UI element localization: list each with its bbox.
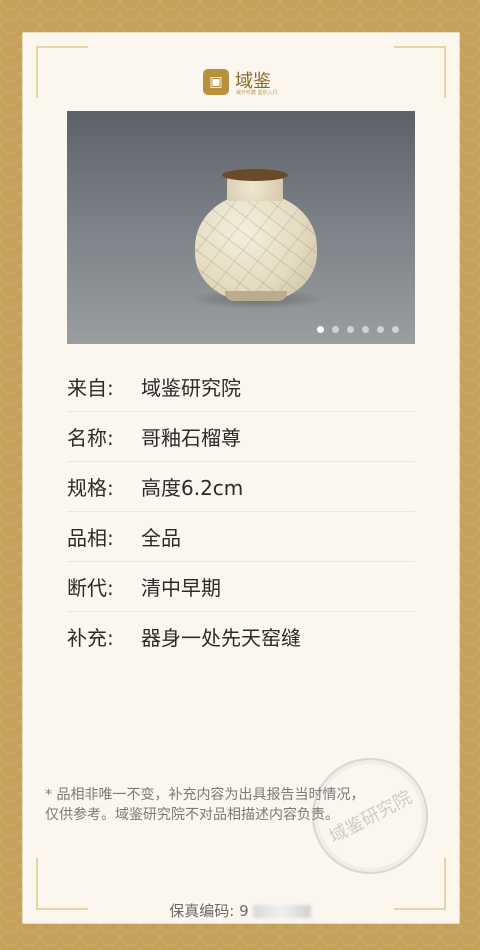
redacted-code-mask — [252, 905, 311, 918]
detail-value: 哥釉石榴尊 — [141, 426, 241, 450]
detail-row-spec: 规格: 高度6.2cm — [67, 462, 415, 512]
corner-ornament-top-left — [36, 46, 88, 98]
detail-value: 器身一处先天窑缝 — [141, 626, 301, 650]
certificate-code-label: 保真编码: — [169, 902, 235, 920]
detail-row-name: 名称: 哥釉石榴尊 — [67, 412, 415, 462]
brand-logo: ▣ 域鉴 域外珍藏 鉴别入行 — [203, 67, 283, 97]
detail-row-condition: 品相: 全品 — [67, 512, 415, 562]
carousel-dot[interactable] — [347, 326, 354, 333]
brand-slogan: 域外珍藏 鉴别入行 — [236, 90, 278, 96]
detail-value: 域鉴研究院 — [141, 376, 241, 400]
detail-row-dating: 断代: 清中早期 — [67, 562, 415, 612]
detail-row-source: 来自: 域鉴研究院 — [67, 362, 415, 412]
carousel-dot[interactable] — [362, 326, 369, 333]
detail-value: 全品 — [141, 526, 181, 550]
item-details: 来自: 域鉴研究院 名称: 哥釉石榴尊 规格: 高度6.2cm 品相: 全品 断… — [67, 362, 415, 661]
carousel-dot[interactable] — [392, 326, 399, 333]
carousel-dot[interactable] — [377, 326, 384, 333]
detail-label: 规格: — [67, 476, 114, 500]
item-photo-carousel[interactable] — [67, 111, 415, 344]
corner-ornament-top-right — [394, 46, 446, 98]
detail-label: 补充: — [67, 626, 114, 650]
detail-label: 名称: — [67, 426, 114, 450]
carousel-dot[interactable] — [332, 326, 339, 333]
detail-value: 高度6.2cm — [141, 476, 244, 500]
detail-label: 断代: — [67, 576, 114, 600]
detail-label: 来自: — [67, 376, 114, 400]
disclaimer-note: * 品相非唯一不变，补充内容为出具报告当时情况， 仅供参考。域鉴研究院不对品相描… — [45, 787, 365, 823]
certificate-code-value: 9 — [239, 902, 249, 920]
detail-value: 清中早期 — [141, 576, 221, 600]
certificate-code: 保真编码: 9 — [0, 900, 480, 921]
carousel-indicator — [317, 326, 399, 333]
detail-label: 品相: — [67, 526, 114, 550]
brand-logo-icon: ▣ — [203, 69, 229, 95]
carousel-dot[interactable] — [317, 326, 324, 333]
detail-row-supplement: 补充: 器身一处先天窑缝 — [67, 612, 415, 661]
